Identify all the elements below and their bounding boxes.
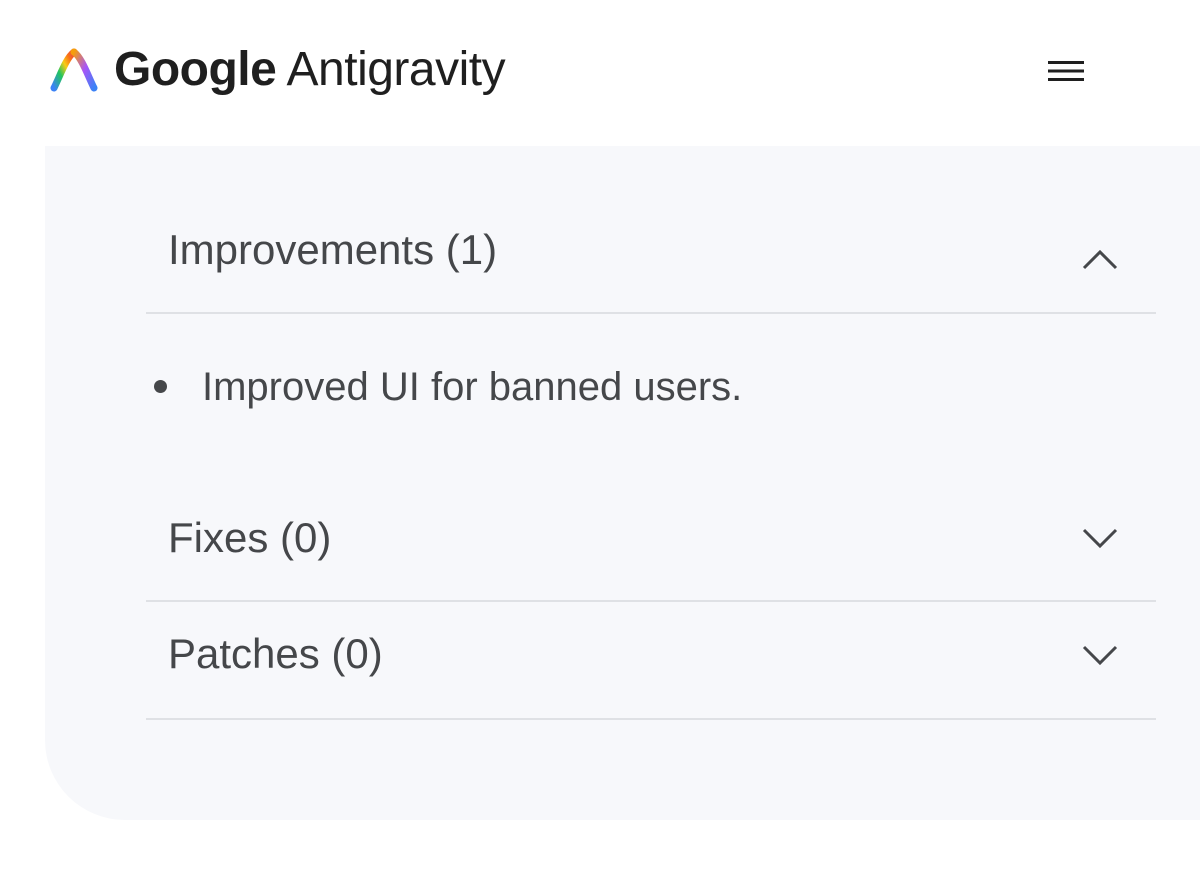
accordion-header-patches[interactable]: Patches (0): [146, 602, 1156, 718]
site-header: Google Antigravity: [0, 0, 1200, 140]
chevron-down-icon: [1080, 525, 1120, 551]
brand-product-text: Antigravity: [286, 43, 506, 96]
brand-name: Google Antigravity: [114, 40, 506, 100]
accordion-improvements: Improvements (1): [146, 200, 1156, 314]
menu-button[interactable]: [1040, 52, 1092, 94]
brand-logo-link[interactable]: Google Antigravity: [50, 40, 506, 100]
list-item-text: Improved UI for banned users.: [202, 365, 743, 409]
accordion-title-fixes: Fixes (0): [168, 514, 332, 561]
chevron-down-icon: [1080, 642, 1120, 668]
page: Google Antigravity Improvements (1) Impr…: [0, 0, 1200, 883]
accordion-fixes: Fixes (0): [146, 490, 1156, 602]
antigravity-logo-icon: [50, 48, 98, 92]
bullet-point: [154, 380, 167, 393]
chevron-up-icon: [1080, 247, 1120, 273]
accordion-header-improvements[interactable]: Improvements (1): [146, 200, 1156, 312]
brand-google-text: Google: [114, 43, 277, 96]
accordion-content-improvements: Improved UI for banned users.: [146, 360, 1156, 420]
accordion-title-improvements: Improvements (1): [168, 226, 498, 273]
accordion-patches: Patches (0): [146, 602, 1156, 720]
accordion-title-patches: Patches (0): [168, 630, 383, 677]
accordion-header-fixes[interactable]: Fixes (0): [146, 490, 1156, 600]
hamburger-menu-icon: [1048, 59, 1084, 88]
